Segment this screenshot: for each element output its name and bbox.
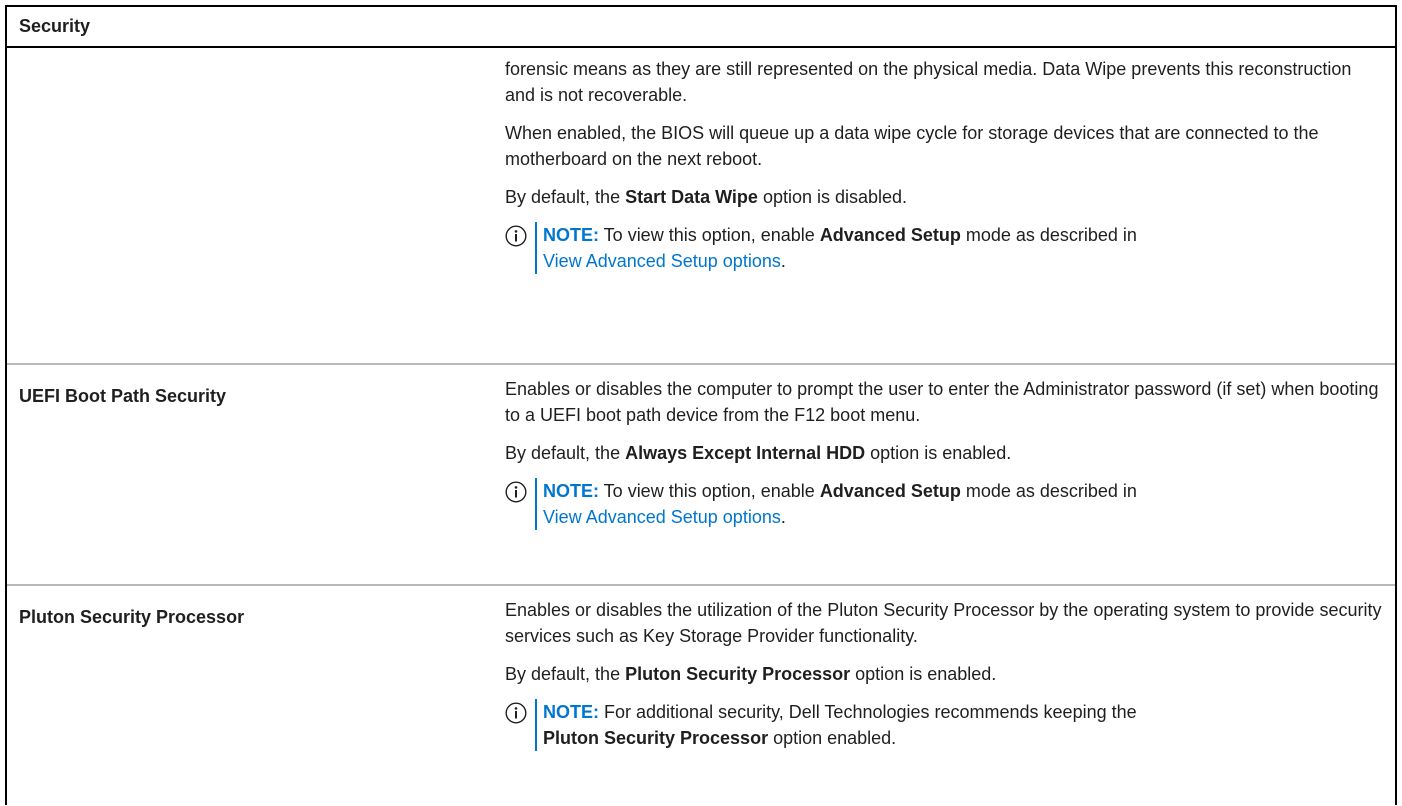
note-text: NOTE: To view this option, enable Advanc… — [535, 222, 1137, 274]
default-state-text: By default, the Always Except Internal H… — [505, 443, 1012, 463]
note-callout: NOTE: To view this option, enable Advanc… — [505, 478, 1383, 530]
note-text: NOTE: For additional security, Dell Tech… — [535, 699, 1137, 751]
table-header-row: Security — [7, 7, 1395, 48]
note-callout: NOTE: For additional security, Dell Tech… — [505, 699, 1383, 751]
row-name — [7, 48, 502, 363]
note-label: NOTE: — [543, 702, 599, 722]
row-description: forensic means as they are still represe… — [502, 48, 1395, 363]
description-paragraph: forensic means as they are still represe… — [505, 59, 1352, 105]
default-state-text: By default, the Start Data Wipe option i… — [505, 187, 908, 207]
description-paragraph: Enables or disables the computer to prom… — [505, 379, 1379, 425]
note-label: NOTE: — [543, 481, 599, 501]
security-table: Security forensic means as they are stil… — [5, 5, 1397, 805]
row-name: UEFI Boot Path Security — [19, 386, 227, 406]
description-paragraph: When enabled, the BIOS will queue up a d… — [505, 123, 1319, 169]
table-row-uefi-boot-path-security: UEFI Boot Path Security Enables or disab… — [7, 365, 1395, 586]
table-header-security: Security — [19, 16, 91, 36]
info-circle-icon — [505, 702, 527, 724]
view-advanced-setup-link[interactable]: View Advanced Setup options — [543, 251, 781, 271]
view-advanced-setup-link[interactable]: View Advanced Setup options — [543, 507, 781, 527]
note-callout: NOTE: To view this option, enable Advanc… — [505, 222, 1383, 274]
row-description: Enables or disables the computer to prom… — [502, 365, 1395, 584]
info-circle-icon — [505, 481, 527, 503]
note-label: NOTE: — [543, 225, 599, 245]
row-name: Pluton Security Processor — [19, 607, 245, 627]
note-text: NOTE: To view this option, enable Advanc… — [535, 478, 1137, 530]
table-row-start-data-wipe: forensic means as they are still represe… — [7, 48, 1395, 365]
info-circle-icon — [505, 225, 527, 247]
description-paragraph: Enables or disables the utilization of t… — [505, 600, 1382, 646]
row-description: Enables or disables the utilization of t… — [502, 586, 1395, 806]
table-row-pluton-security-processor: Pluton Security Processor Enables or dis… — [7, 586, 1395, 806]
default-state-text: By default, the Pluton Security Processo… — [505, 664, 997, 684]
